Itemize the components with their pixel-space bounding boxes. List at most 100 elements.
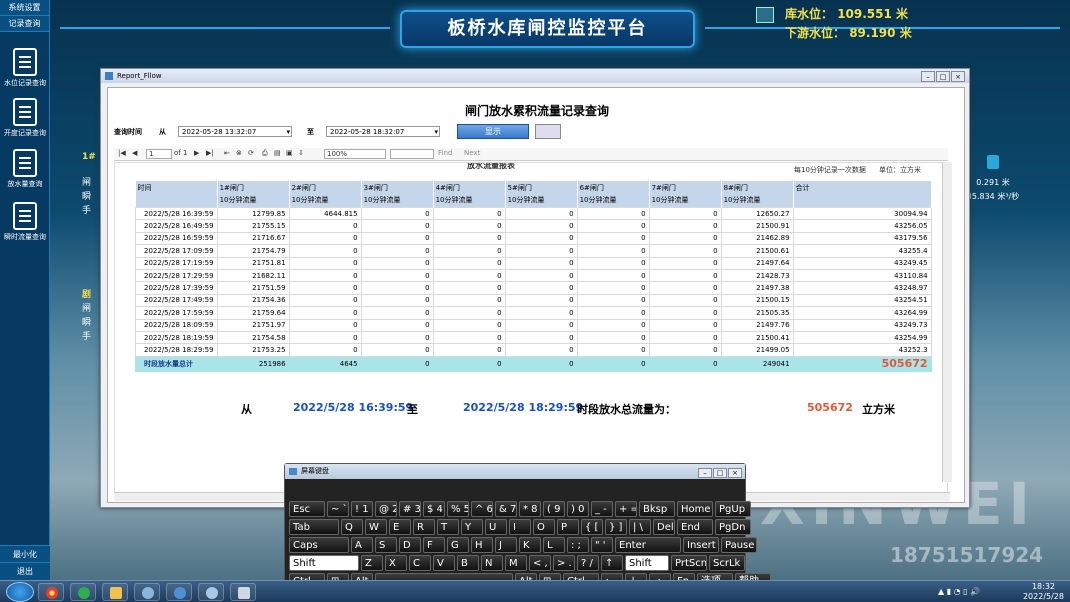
taskbar-clock[interactable]: 18:32 2022/5/28	[1023, 582, 1064, 602]
close-icon[interactable]: ×	[951, 71, 965, 82]
sidebar-item-discharge[interactable]: 放水量查询	[0, 149, 50, 189]
key[interactable]: & 7	[495, 501, 517, 517]
key[interactable]: PgDn	[715, 519, 751, 535]
key[interactable]: E	[389, 519, 411, 535]
sidebar-item-water-level[interactable]: 水位记录查询	[0, 48, 50, 88]
key[interactable]: $ 4	[423, 501, 445, 517]
key[interactable]: # 3	[399, 501, 421, 517]
key[interactable]: J	[495, 537, 517, 553]
key[interactable]: ( 9	[543, 501, 565, 517]
print-layout-icon[interactable]: ▤	[274, 149, 281, 157]
key[interactable]: N	[481, 555, 503, 571]
key[interactable]: _ -	[591, 501, 613, 517]
key[interactable]: Bksp	[639, 501, 675, 517]
key[interactable]: > .	[553, 555, 575, 571]
key[interactable]: X	[385, 555, 407, 571]
key[interactable]: Shift	[289, 555, 359, 571]
page-number-input[interactable]: 1	[146, 149, 172, 159]
back-icon[interactable]: ⇤	[224, 149, 230, 157]
key[interactable]: ^ 6	[471, 501, 493, 517]
show-button[interactable]: 显示	[457, 124, 529, 139]
start-button[interactable]	[6, 582, 34, 602]
menu-record-query[interactable]: 记录查询	[0, 16, 49, 32]
key[interactable]: Esc	[289, 501, 325, 517]
taskbar-keyboard-icon[interactable]	[230, 583, 256, 601]
key[interactable]: End	[677, 519, 713, 535]
key[interactable]: Q	[341, 519, 363, 535]
from-datetime-picker[interactable]: 2022-05-28 13:32:07 ▾	[178, 126, 292, 137]
next-page-icon[interactable]: ▶	[194, 149, 199, 157]
key[interactable]: O	[533, 519, 555, 535]
key[interactable]: ScrLk	[709, 555, 745, 571]
minimize-icon[interactable]: –	[921, 71, 935, 82]
stop-icon[interactable]: ⊗	[236, 149, 242, 157]
key[interactable]: ? /	[577, 555, 599, 571]
sidebar-item-opening[interactable]: 开度记录查询	[0, 98, 50, 138]
key[interactable]: + =	[615, 501, 637, 517]
key[interactable]: Home	[677, 501, 713, 517]
refresh-icon[interactable]: ⟳	[248, 149, 254, 157]
key[interactable]: < ,	[529, 555, 551, 571]
calendar-dropdown-icon[interactable]: ▾	[434, 127, 438, 137]
key[interactable]: P	[557, 519, 579, 535]
last-page-icon[interactable]: ▶|	[206, 149, 214, 157]
key[interactable]: Del	[653, 519, 675, 535]
close-icon[interactable]: ×	[728, 468, 742, 478]
key[interactable]: Shift	[625, 555, 669, 571]
key[interactable]: G	[447, 537, 469, 553]
key[interactable]: S	[375, 537, 397, 553]
key[interactable]: L	[543, 537, 565, 553]
key[interactable]: ↑	[601, 555, 623, 571]
key[interactable]: Z	[361, 555, 383, 571]
find-input[interactable]	[390, 149, 434, 159]
key[interactable]: * 8	[519, 501, 541, 517]
key[interactable]: C	[409, 555, 431, 571]
maximize-icon[interactable]: □	[936, 71, 950, 82]
key[interactable]: ~ `	[327, 501, 349, 517]
key[interactable]: | \	[629, 519, 651, 535]
vertical-scrollbar[interactable]	[942, 162, 952, 482]
key[interactable]: T	[437, 519, 459, 535]
print-icon[interactable]: ⎙	[262, 149, 268, 158]
taskbar-app-icon[interactable]	[134, 583, 160, 601]
key[interactable]: R	[413, 519, 435, 535]
page-setup-icon[interactable]: ▣	[286, 149, 293, 157]
key[interactable]: V	[433, 555, 455, 571]
first-page-icon[interactable]: |◀	[118, 149, 126, 157]
key[interactable]: D	[399, 537, 421, 553]
minimize-icon[interactable]: –	[698, 468, 712, 478]
key[interactable]: Y	[461, 519, 483, 535]
key[interactable]: { [	[581, 519, 603, 535]
key[interactable]: @ 2	[375, 501, 397, 517]
taskbar-app-icon[interactable]	[198, 583, 224, 601]
taskbar-chrome-icon[interactable]	[38, 583, 64, 601]
key[interactable]: Insert	[683, 537, 719, 553]
system-tray[interactable]: ▲ ▮ ◔ ▯ 🔊	[938, 587, 980, 596]
key[interactable]: : ;	[567, 537, 589, 553]
calendar-dropdown-icon[interactable]: ▾	[286, 127, 290, 137]
menu-system-settings[interactable]: 系统设置	[0, 0, 49, 16]
key[interactable]: ) 0	[567, 501, 589, 517]
key[interactable]: U	[485, 519, 507, 535]
key[interactable]: % 5	[447, 501, 469, 517]
key[interactable]: B	[457, 555, 479, 571]
window-titlebar[interactable]: Report_Fllow – □ ×	[101, 69, 969, 83]
key[interactable]: PrtScn	[671, 555, 707, 571]
key[interactable]: " '	[591, 537, 613, 553]
export-icon[interactable]: ⇩	[298, 149, 304, 157]
find-button[interactable]: Find	[438, 149, 452, 157]
key[interactable]: W	[365, 519, 387, 535]
key[interactable]: } ]	[605, 519, 627, 535]
taskbar-app-icon[interactable]	[166, 583, 192, 601]
key[interactable]: PgUp	[715, 501, 751, 517]
taskbar-folder-icon[interactable]	[102, 583, 128, 601]
maximize-icon[interactable]: □	[713, 468, 727, 478]
key[interactable]: K	[519, 537, 541, 553]
key[interactable]: F	[423, 537, 445, 553]
minimize-button[interactable]: 最小化	[0, 545, 50, 563]
prev-page-icon[interactable]: ◀	[132, 149, 137, 157]
key[interactable]: A	[351, 537, 373, 553]
keyboard-titlebar[interactable]: 屏幕键盘 – □ ×	[285, 464, 745, 479]
key[interactable]: ! 1	[351, 501, 373, 517]
key[interactable]: Tab	[289, 519, 339, 535]
